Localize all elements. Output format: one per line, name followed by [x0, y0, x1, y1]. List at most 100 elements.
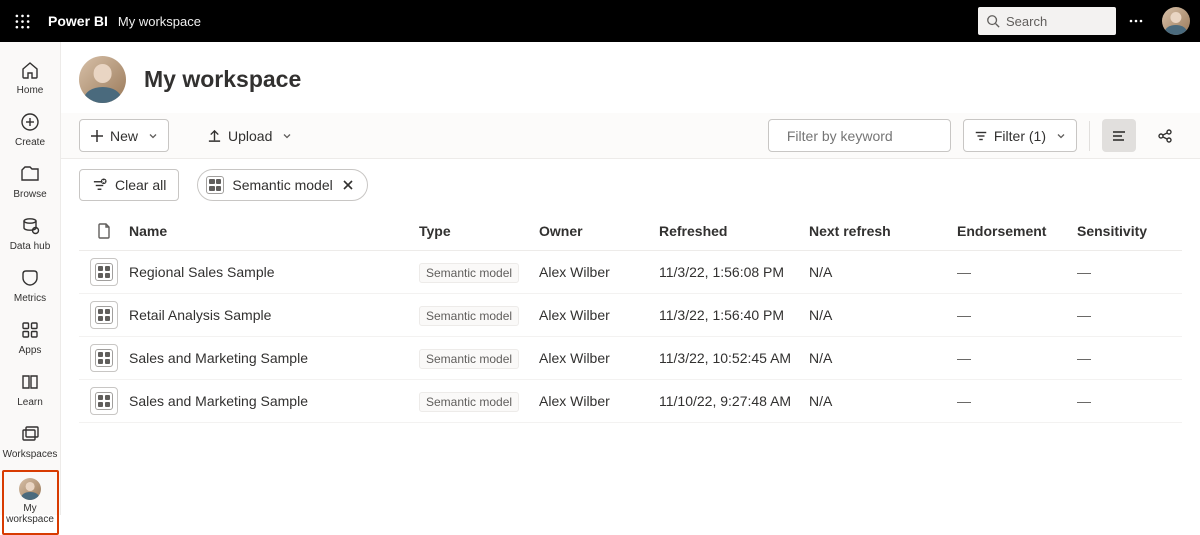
apps-icon [18, 318, 42, 342]
cell-refreshed: 11/3/22, 1:56:40 PM [659, 307, 809, 323]
workspaces-icon [18, 422, 42, 446]
nav-label: Create [15, 137, 45, 148]
toolbar: New Upload Filter (1) [61, 113, 1200, 159]
content-table: Name Type Owner Refreshed Next refresh E… [61, 211, 1200, 423]
metrics-icon [18, 266, 42, 290]
cell-sensitivity: — [1077, 307, 1177, 323]
cell-endorsement: — [957, 264, 1077, 280]
cell-name[interactable]: Regional Sales Sample [129, 264, 419, 280]
global-search[interactable]: Search [978, 7, 1116, 35]
user-avatar[interactable] [1162, 7, 1190, 35]
nav-learn[interactable]: Learn [0, 364, 61, 416]
cell-owner: Alex Wilber [539, 393, 659, 409]
nav-label: Workspaces [3, 449, 58, 460]
nav-apps[interactable]: Apps [0, 312, 61, 364]
table-row[interactable]: Sales and Marketing Sample Semantic mode… [79, 337, 1182, 380]
table-row[interactable]: Regional Sales Sample Semantic model Ale… [79, 251, 1182, 294]
cell-type: Semantic model [419, 349, 519, 369]
col-owner[interactable]: Owner [539, 223, 659, 239]
semantic-model-icon [90, 258, 118, 286]
table-header: Name Type Owner Refreshed Next refresh E… [79, 211, 1182, 251]
upload-label: Upload [228, 128, 272, 144]
cell-name[interactable]: Retail Analysis Sample [129, 307, 419, 323]
clear-all-button[interactable]: Clear all [79, 169, 179, 201]
list-view-button[interactable] [1102, 119, 1136, 152]
semantic-model-icon [90, 344, 118, 372]
semantic-model-icon [206, 176, 224, 194]
cell-owner: Alex Wilber [539, 307, 659, 323]
nav-label: Browse [13, 189, 46, 200]
table-row[interactable]: Retail Analysis Sample Semantic model Al… [79, 294, 1182, 337]
create-icon [18, 110, 42, 134]
topbar-workspace-label[interactable]: My workspace [118, 14, 201, 29]
clear-all-label: Clear all [115, 177, 166, 193]
cell-next: N/A [809, 350, 957, 366]
cell-sensitivity: — [1077, 264, 1177, 280]
datahub-icon [18, 214, 42, 238]
cell-owner: Alex Wilber [539, 264, 659, 280]
col-type[interactable]: Type [419, 223, 539, 239]
nav-label: My workspace [4, 503, 57, 525]
semantic-model-icon [90, 301, 118, 329]
col-name[interactable]: Name [129, 223, 419, 239]
cell-endorsement: — [957, 307, 1077, 323]
upload-button[interactable]: Upload [197, 119, 302, 152]
cell-endorsement: — [957, 393, 1077, 409]
cell-name[interactable]: Sales and Marketing Sample [129, 350, 419, 366]
cell-next: N/A [809, 264, 957, 280]
nav-label: Data hub [10, 241, 51, 252]
filter-chips-row: Clear all Semantic model [61, 159, 1200, 211]
filter-chip-semantic-model: Semantic model [197, 169, 367, 201]
chip-remove-icon[interactable] [341, 178, 357, 192]
cell-next: N/A [809, 307, 957, 323]
nav-workspaces[interactable]: Workspaces [0, 416, 61, 468]
cell-sensitivity: — [1077, 393, 1177, 409]
nav-datahub[interactable]: Data hub [0, 208, 61, 260]
lineage-view-button[interactable] [1148, 119, 1182, 152]
cell-owner: Alex Wilber [539, 350, 659, 366]
col-refreshed[interactable]: Refreshed [659, 223, 809, 239]
col-sensitivity[interactable]: Sensitivity [1077, 223, 1177, 239]
nav-home[interactable]: Home [0, 52, 61, 104]
cell-sensitivity: — [1077, 350, 1177, 366]
cell-type: Semantic model [419, 263, 519, 283]
nav-label: Metrics [14, 293, 46, 304]
new-button[interactable]: New [79, 119, 169, 152]
nav-label: Home [17, 85, 44, 96]
cell-refreshed: 11/10/22, 9:27:48 AM [659, 393, 809, 409]
nav-my-workspace[interactable]: My workspace [2, 470, 59, 535]
page-title: My workspace [144, 66, 301, 93]
separator [1089, 121, 1090, 151]
nav-label: Learn [17, 397, 43, 408]
semantic-model-icon [90, 387, 118, 415]
cell-endorsement: — [957, 350, 1077, 366]
filter-field[interactable] [787, 128, 968, 144]
column-icon [79, 223, 129, 239]
left-nav: Home Create Browse Data hub Metrics Apps… [0, 42, 61, 515]
nav-label: Apps [19, 345, 42, 356]
new-label: New [110, 128, 138, 144]
more-options-icon[interactable] [1122, 13, 1150, 29]
cell-type: Semantic model [419, 306, 519, 326]
cell-refreshed: 11/3/22, 1:56:08 PM [659, 264, 809, 280]
cell-next: N/A [809, 393, 957, 409]
col-endorsement[interactable]: Endorsement [957, 223, 1077, 239]
cell-name[interactable]: Sales and Marketing Sample [129, 393, 419, 409]
browse-icon [18, 162, 42, 186]
brand-label: Power BI [48, 13, 108, 29]
home-icon [18, 58, 42, 82]
nav-browse[interactable]: Browse [0, 156, 61, 208]
chip-label: Semantic model [232, 177, 332, 193]
table-row[interactable]: Sales and Marketing Sample Semantic mode… [79, 380, 1182, 423]
app-launcher-icon[interactable] [10, 9, 34, 33]
workspace-avatar [79, 56, 126, 103]
workspace-avatar-icon [19, 478, 41, 500]
nav-create[interactable]: Create [0, 104, 61, 156]
cell-type: Semantic model [419, 392, 519, 412]
nav-metrics[interactable]: Metrics [0, 260, 61, 312]
filter-button[interactable]: Filter (1) [963, 119, 1077, 152]
workspace-header: My workspace [61, 42, 1200, 113]
filter-keyword-input[interactable] [768, 119, 951, 152]
cell-refreshed: 11/3/22, 10:52:45 AM [659, 350, 809, 366]
col-next[interactable]: Next refresh [809, 223, 957, 239]
